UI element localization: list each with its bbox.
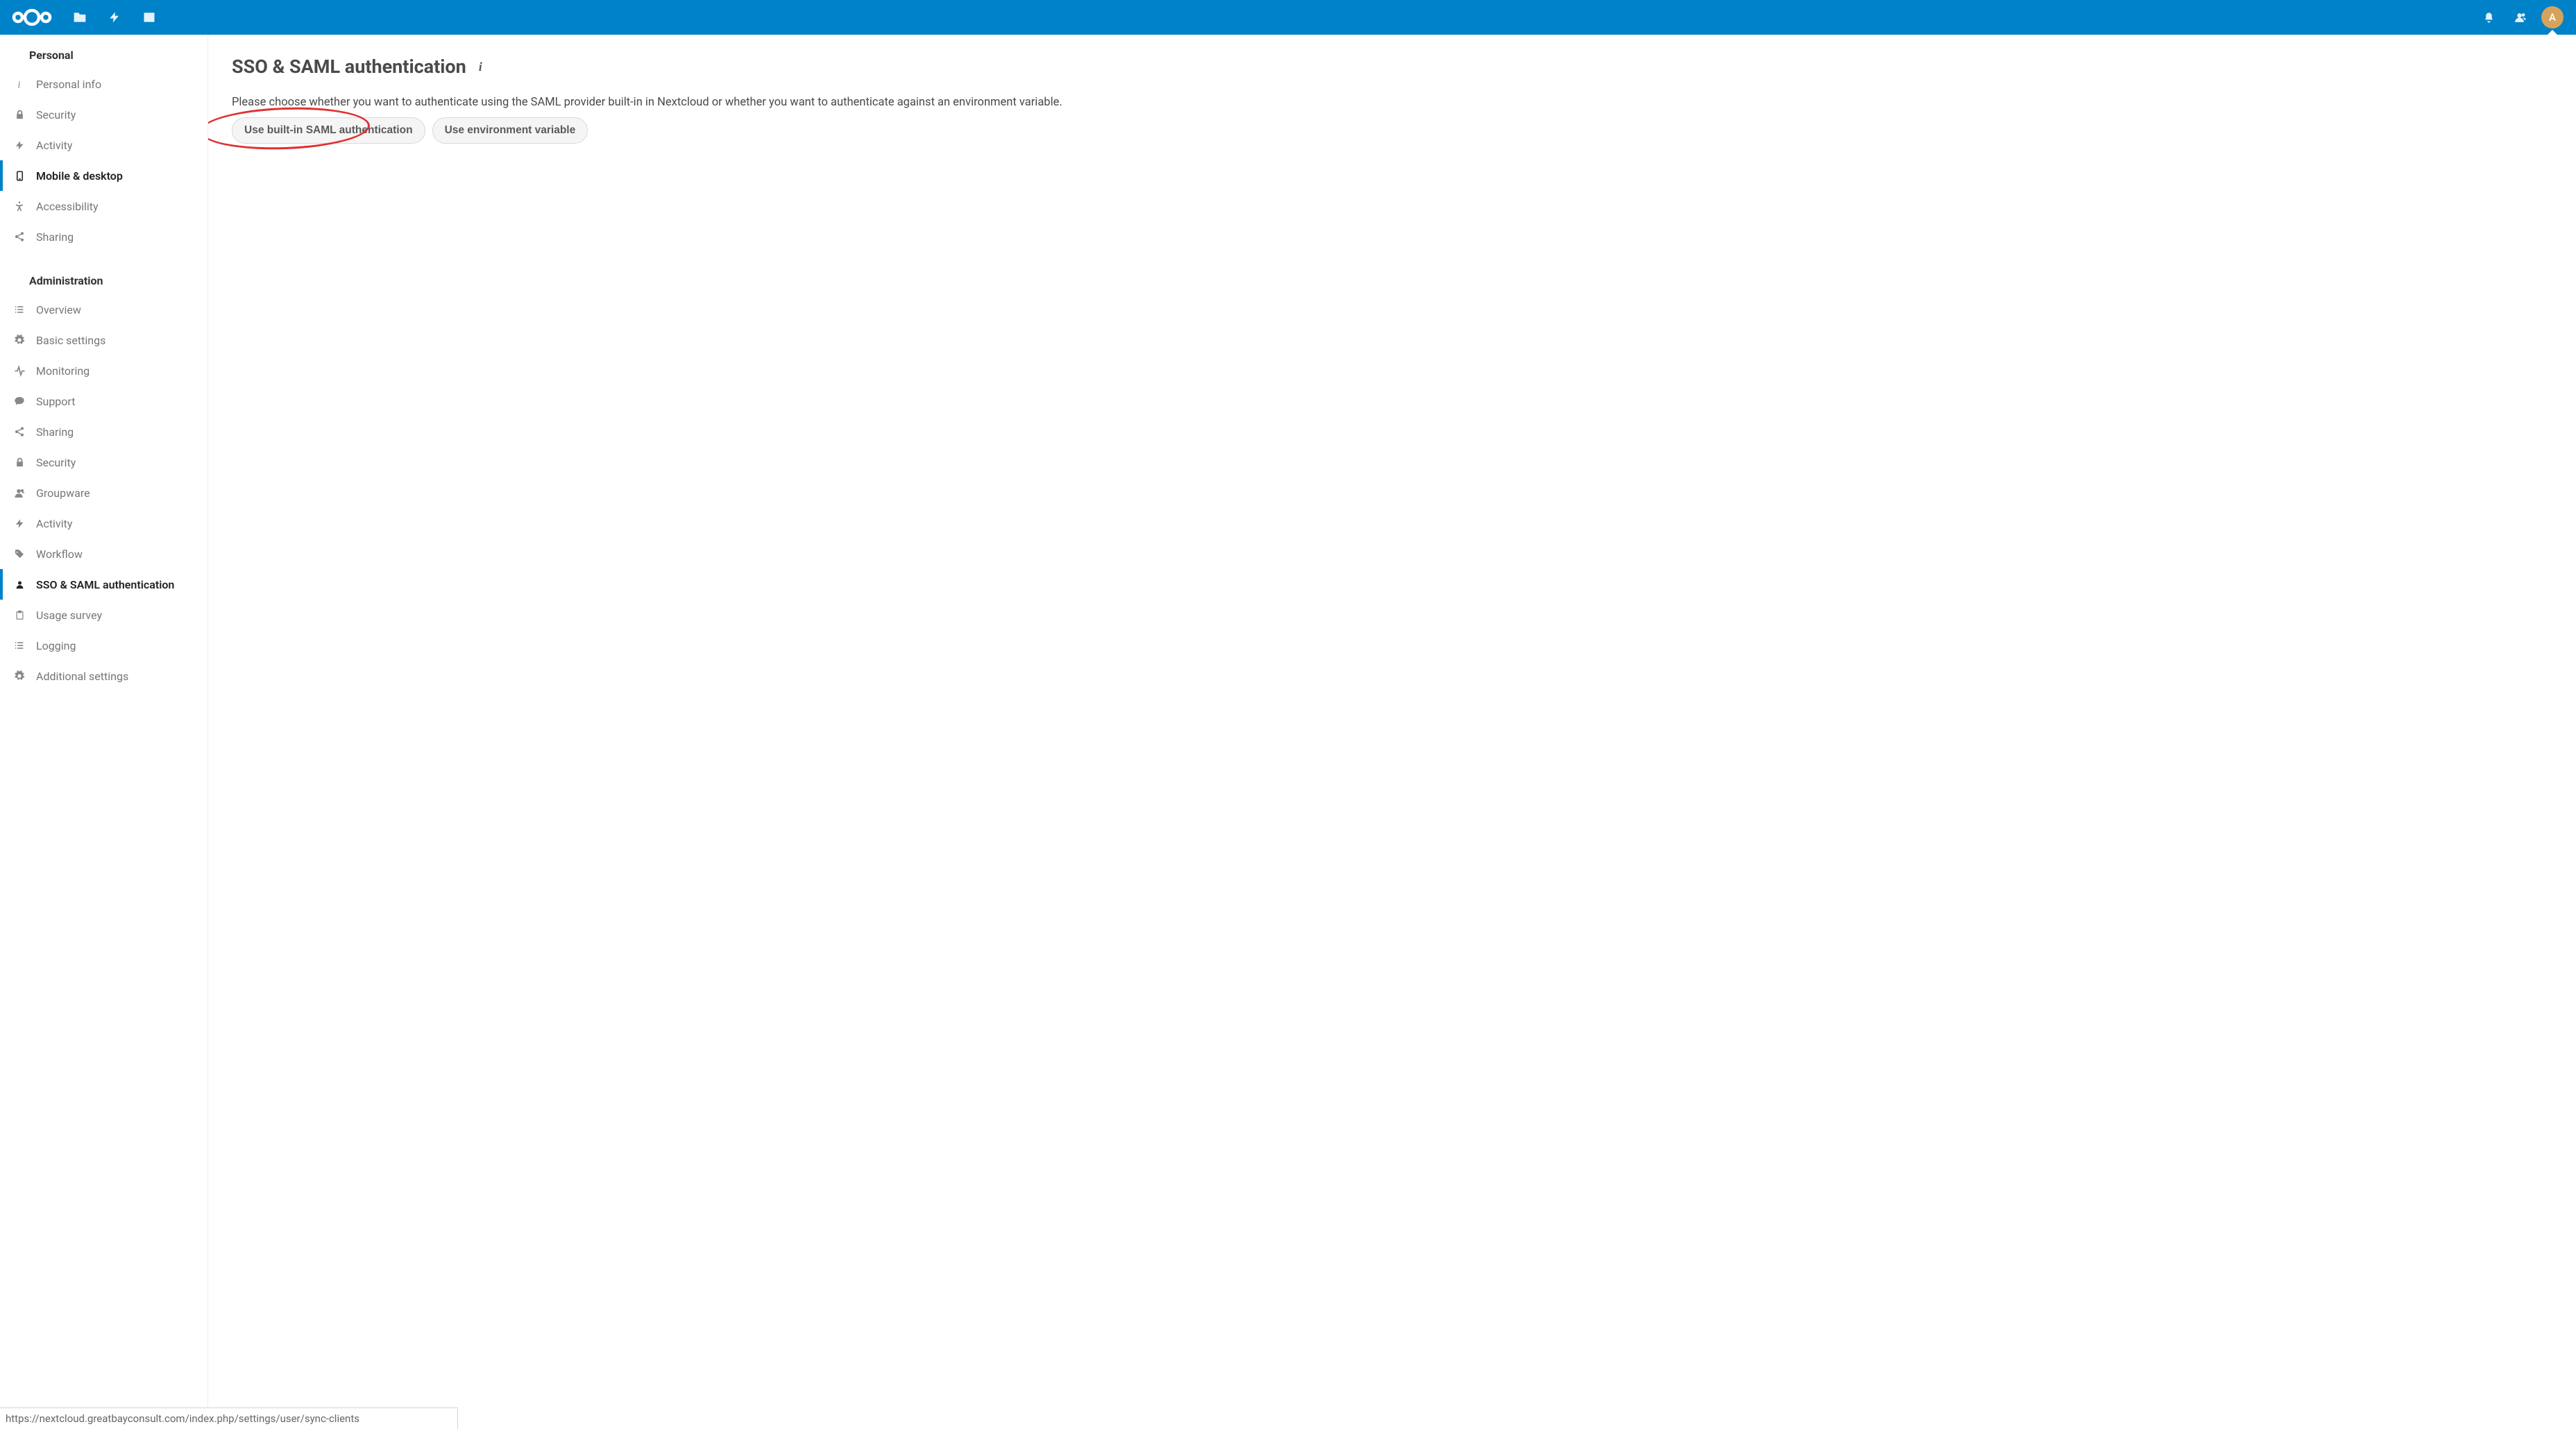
settings-sidebar: Personal i Personal info Security Activi… xyxy=(0,35,208,1407)
info-italic-icon: i xyxy=(12,77,26,91)
app-header: A xyxy=(0,0,2576,35)
statusbar-url: https://nextcloud.greatbayconsult.com/in… xyxy=(6,1412,359,1425)
sidebar-item-label: Activity xyxy=(36,139,72,152)
header-right: A xyxy=(2480,6,2569,28)
nextcloud-logo-icon[interactable] xyxy=(10,6,53,28)
bolt-icon xyxy=(12,138,26,152)
sidebar-item-label: Logging xyxy=(36,639,76,652)
statusbar-area: https://nextcloud.greatbayconsult.com/in… xyxy=(0,1407,2576,1429)
clipboard-icon xyxy=(12,608,26,622)
sidebar-item-security-admin[interactable]: Security xyxy=(0,447,207,477)
sidebar-item-label: Accessibility xyxy=(36,200,99,213)
sidebar-item-label: Sharing xyxy=(36,230,74,244)
sidebar-item-additional-settings[interactable]: Additional settings xyxy=(0,661,207,691)
sidebar-item-sso-saml[interactable]: SSO & SAML authentication xyxy=(0,569,207,600)
sidebar-item-basic-settings[interactable]: Basic settings xyxy=(0,325,207,355)
sidebar-item-usage-survey[interactable]: Usage survey xyxy=(0,600,207,630)
contacts-icon[interactable] xyxy=(2511,9,2527,26)
sidebar-section-admin: Administration xyxy=(0,264,207,294)
sidebar-item-support[interactable]: Support xyxy=(0,386,207,416)
auth-choice-buttons: Use built-in SAML authentication Use env… xyxy=(232,117,2552,144)
sidebar-item-overview[interactable]: Overview xyxy=(0,294,207,325)
sidebar-item-personal-info[interactable]: i Personal info xyxy=(0,69,207,99)
header-left xyxy=(10,6,158,28)
sidebar-item-label: SSO & SAML authentication xyxy=(36,578,174,591)
gear-icon xyxy=(12,333,26,347)
page-description: Please choose whether you want to authen… xyxy=(232,96,2552,109)
pulse-icon xyxy=(12,364,26,378)
page-title: SSO & SAML authentication xyxy=(232,56,466,78)
layout: Personal i Personal info Security Activi… xyxy=(0,35,2576,1407)
sidebar-item-sharing-personal[interactable]: Sharing xyxy=(0,221,207,252)
sidebar-item-activity-admin[interactable]: Activity xyxy=(0,508,207,539)
main-content: SSO & SAML authentication i Please choos… xyxy=(208,35,2576,1407)
phone-icon xyxy=(12,169,26,183)
sidebar-item-workflow[interactable]: Workflow xyxy=(0,539,207,569)
lock-icon xyxy=(12,455,26,469)
sidebar-item-label: Additional settings xyxy=(36,670,128,683)
list-icon xyxy=(12,303,26,316)
files-icon[interactable] xyxy=(71,9,88,26)
sidebar-item-label: Personal info xyxy=(36,78,101,91)
sidebar-item-label: Mobile & desktop xyxy=(36,169,123,183)
sidebar-item-label: Security xyxy=(36,456,76,469)
page-title-row: SSO & SAML authentication i xyxy=(232,56,2552,78)
sidebar-section-personal: Personal xyxy=(0,39,207,69)
tag-icon xyxy=(12,547,26,561)
sidebar-item-label: Sharing xyxy=(36,425,74,439)
sidebar-item-sharing-admin[interactable]: Sharing xyxy=(0,416,207,447)
sidebar-item-mobile-desktop[interactable]: Mobile & desktop xyxy=(0,160,207,191)
sidebar-item-label: Monitoring xyxy=(36,364,90,378)
activity-bolt-icon[interactable] xyxy=(106,9,123,26)
sidebar-item-activity[interactable]: Activity xyxy=(0,130,207,160)
speech-icon xyxy=(12,394,26,408)
avatar[interactable]: A xyxy=(2541,6,2564,28)
sidebar-item-security[interactable]: Security xyxy=(0,99,207,130)
sidebar-item-label: Basic settings xyxy=(36,334,105,347)
svg-text:i: i xyxy=(17,79,20,90)
share-icon xyxy=(12,230,26,244)
gear-icon xyxy=(12,669,26,683)
sidebar-item-label: Support xyxy=(36,395,75,408)
sidebar-item-label: Activity xyxy=(36,517,72,530)
user-icon xyxy=(12,486,26,500)
sidebar-item-groupware[interactable]: Groupware xyxy=(0,477,207,508)
sidebar-item-logging[interactable]: Logging xyxy=(0,630,207,661)
use-builtin-saml-button[interactable]: Use built-in SAML authentication xyxy=(232,117,425,144)
accessibility-icon xyxy=(12,199,26,213)
lock-icon xyxy=(12,108,26,121)
use-env-variable-button[interactable]: Use environment variable xyxy=(432,117,588,144)
sidebar-item-monitoring[interactable]: Monitoring xyxy=(0,355,207,386)
sidebar-item-label: Groupware xyxy=(36,487,90,500)
sidebar-item-label: Workflow xyxy=(36,548,83,561)
info-icon[interactable]: i xyxy=(479,60,482,74)
person-icon xyxy=(12,577,26,591)
sidebar-item-accessibility[interactable]: Accessibility xyxy=(0,191,207,221)
bolt-icon xyxy=(12,516,26,530)
notifications-icon[interactable] xyxy=(2480,9,2497,26)
browser-statusbar: https://nextcloud.greatbayconsult.com/in… xyxy=(0,1407,458,1429)
share-icon xyxy=(12,425,26,439)
sidebar-item-label: Usage survey xyxy=(36,609,102,622)
sidebar-item-label: Security xyxy=(36,108,76,121)
gallery-icon[interactable] xyxy=(141,9,158,26)
avatar-letter: A xyxy=(2549,11,2556,24)
sidebar-item-label: Overview xyxy=(36,303,81,316)
list-icon xyxy=(12,639,26,652)
